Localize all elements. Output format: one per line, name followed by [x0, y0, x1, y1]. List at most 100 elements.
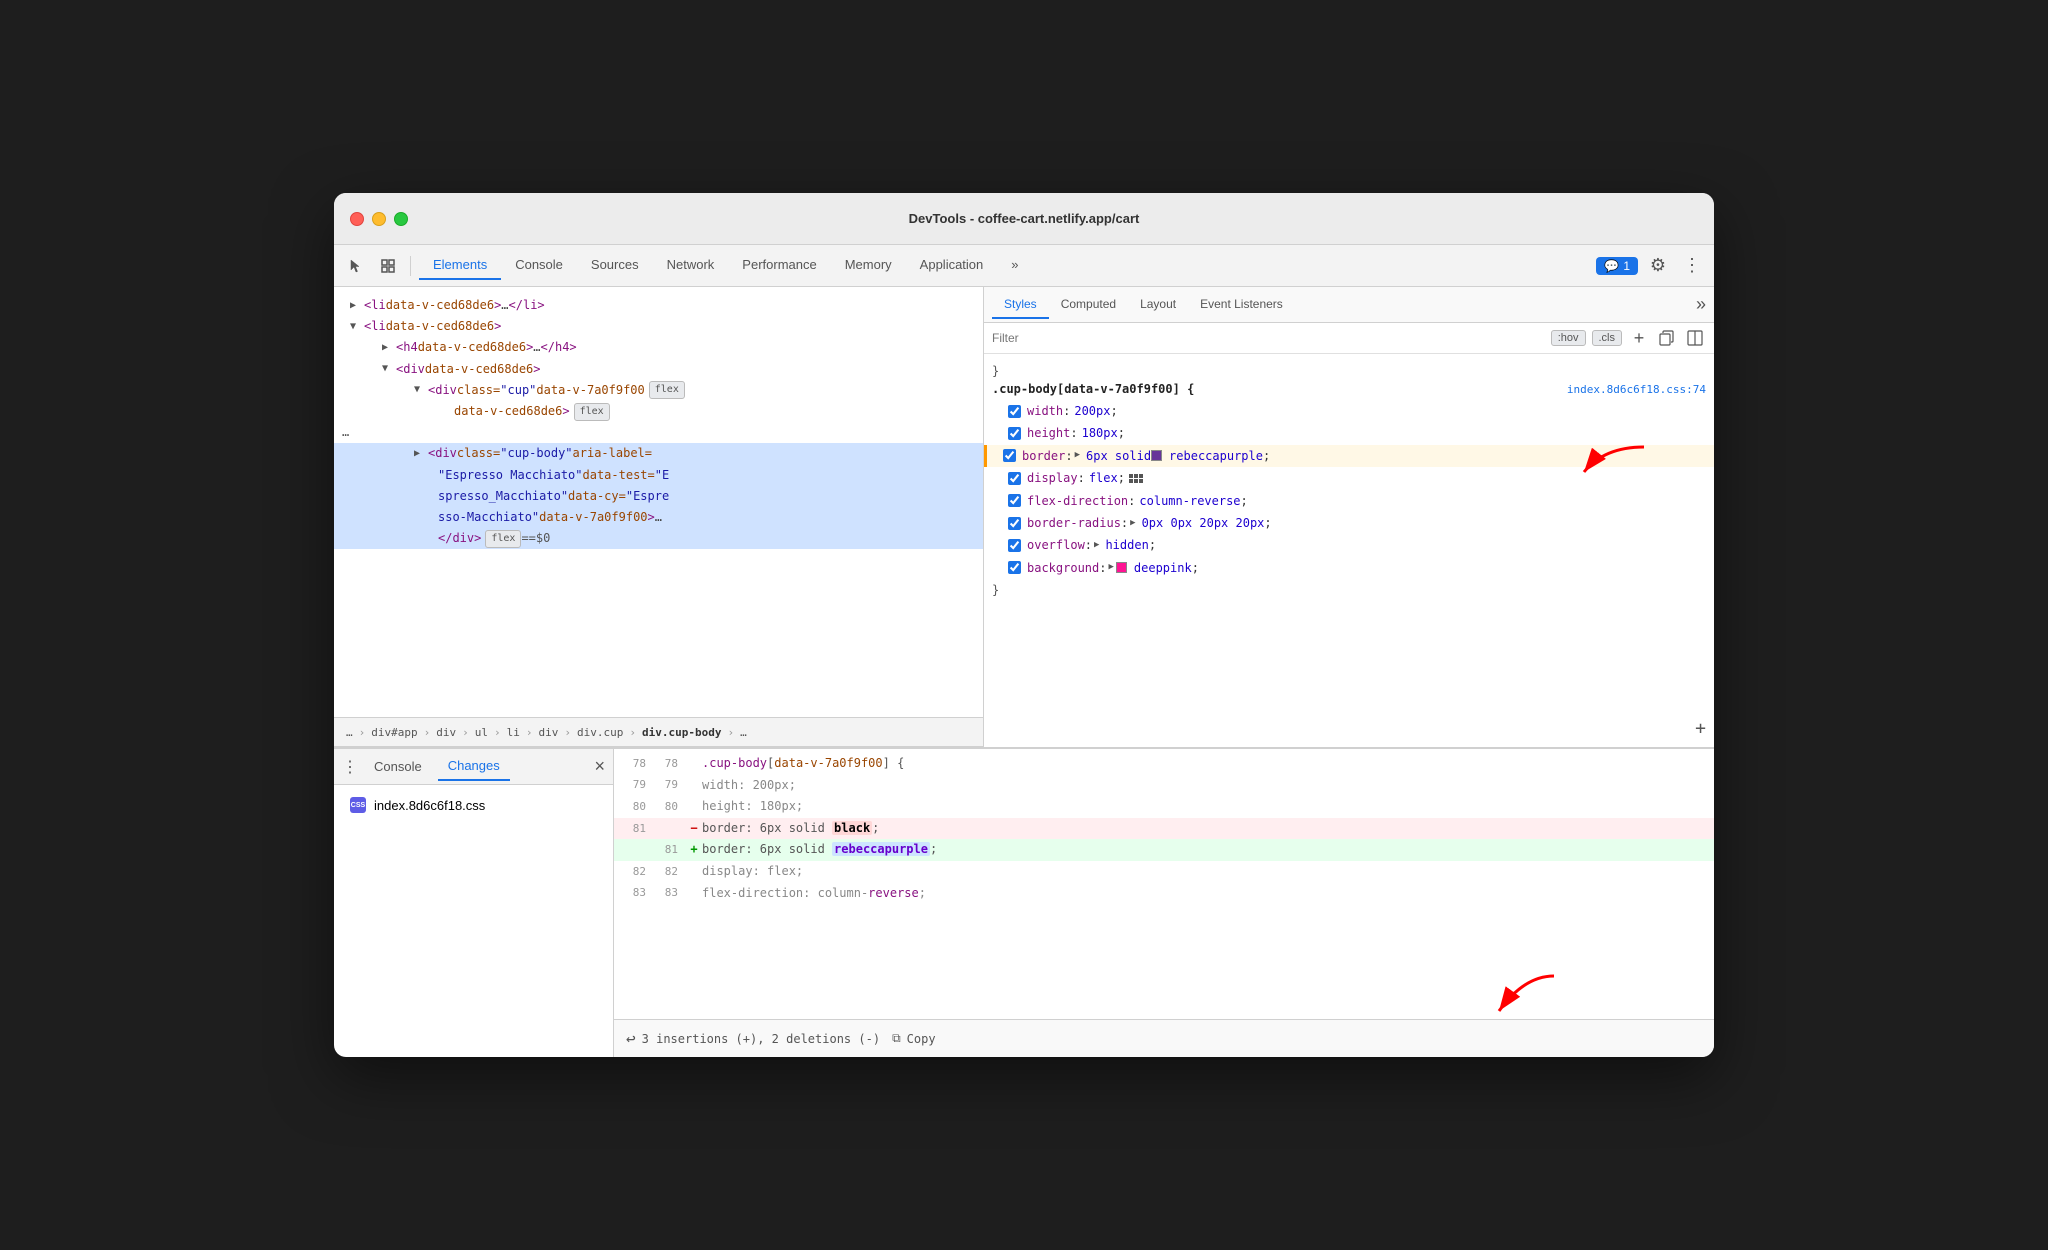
- undo-changes-btn[interactable]: ↩ 3 insertions (+), 2 deletions (-): [626, 1029, 880, 1048]
- styles-tab-computed[interactable]: Computed: [1049, 291, 1128, 319]
- expand-arrow[interactable]: ▶: [414, 446, 428, 462]
- html-line[interactable]: ▼ <div data-v-ced68de6 >: [334, 359, 983, 380]
- copy-styles-btn[interactable]: [1656, 327, 1678, 349]
- tab-elements[interactable]: Elements: [419, 251, 501, 280]
- css-selector: .cup-body[data-v-7a0f9f00] {: [992, 382, 1194, 396]
- breadcrumb-ul[interactable]: ul: [471, 724, 492, 741]
- css-prop-checkbox-width[interactable]: [1008, 405, 1021, 418]
- inspect-icon-btn[interactable]: [374, 252, 402, 280]
- styles-tab-eventlisteners[interactable]: Event Listeners: [1188, 291, 1295, 319]
- cursor-icon-btn[interactable]: [342, 252, 370, 280]
- devtools-bottom: ⋮ Console Changes × CSS index.8d6c6f18.c…: [334, 747, 1714, 1057]
- tab-more[interactable]: »: [997, 251, 1032, 280]
- tab-memory[interactable]: Memory: [831, 251, 906, 280]
- expand-arrow[interactable]: ▶: [350, 298, 364, 314]
- close-button[interactable]: [350, 212, 364, 226]
- settings-icon-btn[interactable]: ⚙: [1644, 252, 1672, 280]
- diff-footer: ↩ 3 insertions (+), 2 deletions (-) ⧉ Co…: [614, 1019, 1714, 1057]
- tab-application[interactable]: Application: [906, 251, 998, 280]
- flex-badge-2[interactable]: flex: [574, 403, 610, 421]
- copy-changes-btn[interactable]: ⧉ Copy: [892, 1031, 935, 1046]
- flex-grid-icon: [1129, 474, 1143, 483]
- flex-badge[interactable]: flex: [649, 381, 685, 399]
- breadcrumb-divapp[interactable]: div#app: [367, 724, 421, 741]
- chat-icon: 💬: [1604, 259, 1619, 273]
- breadcrumb-li[interactable]: li: [503, 724, 524, 741]
- flex-badge-3[interactable]: flex: [485, 530, 521, 548]
- breadcrumb-end-dots[interactable]: …: [736, 724, 751, 741]
- breadcrumb-bar: … › div#app › div › ul › li › div › div.…: [334, 717, 983, 747]
- breadcrumb-divcupbody[interactable]: div.cup-body: [638, 724, 725, 741]
- bottom-sidebar-content: CSS index.8d6c6f18.css: [334, 785, 613, 1057]
- breadcrumb-dots[interactable]: …: [342, 724, 357, 741]
- diff-line-79: 79 79 width: 200px;: [614, 775, 1714, 797]
- html-line[interactable]: ▼ <li data-v-ced68de6 >: [334, 316, 983, 337]
- cls-filter-btn[interactable]: .cls: [1592, 330, 1623, 346]
- css-prop-checkbox-display[interactable]: [1008, 472, 1021, 485]
- html-line[interactable]: …: [334, 422, 983, 443]
- styles-filter-input[interactable]: [992, 331, 1543, 345]
- toggle-panel-btn[interactable]: [1684, 327, 1706, 349]
- bottom-diff-panel: 78 78 .cup-body[data-v-7a0f9f00] { 79 79…: [614, 749, 1714, 1057]
- html-line-selected-cont3[interactable]: sso-Macchiato" data-v-7a0f9f00 > …: [334, 507, 983, 528]
- html-line-selected-cont[interactable]: "Espresso Macchiato" data-test="E: [334, 465, 983, 486]
- html-line-selected-end[interactable]: </div> flex == $0: [334, 528, 983, 549]
- css-prop-checkbox-flexdir[interactable]: [1008, 494, 1021, 507]
- css-prop-checkbox-borderradius[interactable]: [1008, 517, 1021, 530]
- diff-content[interactable]: 78 78 .cup-body[data-v-7a0f9f00] { 79 79…: [614, 749, 1714, 1019]
- bottom-sidebar: ⋮ Console Changes × CSS index.8d6c6f18.c…: [334, 749, 614, 1057]
- elements-content[interactable]: ▶ <li data-v-ced68de6 > … </li> ▼ <li da…: [334, 287, 983, 717]
- tab-network[interactable]: Network: [653, 251, 729, 280]
- html-line[interactable]: ▶ <li data-v-ced68de6 > … </li>: [334, 295, 983, 316]
- border-color-swatch[interactable]: [1151, 450, 1162, 461]
- styles-filter-bar: :hov .cls +: [984, 323, 1714, 354]
- html-line[interactable]: data-v-ced68de6 > flex: [334, 401, 983, 422]
- html-line-selected-cont2[interactable]: spresso_Macchiato" data-cy="Espre: [334, 486, 983, 507]
- toolbar-tabs: Elements Console Sources Network Perform…: [419, 251, 1592, 280]
- html-line[interactable]: ▼ <div class="cup" data-v-7a0f9f00 flex: [334, 380, 983, 401]
- breadcrumb-div2[interactable]: div: [534, 724, 562, 741]
- bottom-panel-close[interactable]: ×: [594, 756, 605, 777]
- css-source-link[interactable]: index.8d6c6f18.css:74: [1567, 383, 1706, 396]
- css-prop-background: background : ▶ deeppink ;: [992, 557, 1706, 579]
- styles-tabs: Styles Computed Layout Event Listeners »: [984, 287, 1714, 323]
- html-line-selected[interactable]: ▶ <div class="cup-body" aria-label=: [334, 443, 983, 464]
- breadcrumb-divcup[interactable]: div.cup: [573, 724, 627, 741]
- hover-filter-btn[interactable]: :hov: [1551, 330, 1586, 346]
- css-prop-checkbox-height[interactable]: [1008, 427, 1021, 440]
- diff-line-81-added: - 81 + border: 6px solid rebeccapurple;: [614, 839, 1714, 861]
- file-item-css[interactable]: CSS index.8d6c6f18.css: [342, 793, 605, 817]
- css-prop-checkbox-overflow[interactable]: [1008, 539, 1021, 552]
- bottom-tab-changes[interactable]: Changes: [438, 752, 510, 781]
- diff-line-78: 78 78 .cup-body[data-v-7a0f9f00] {: [614, 753, 1714, 775]
- minimize-button[interactable]: [372, 212, 386, 226]
- tab-sources[interactable]: Sources: [577, 251, 653, 280]
- title-bar: DevTools - coffee-cart.netlify.app/cart: [334, 193, 1714, 245]
- html-line[interactable]: ▶ <h4 data-v-ced68de6 > … </h4>: [334, 337, 983, 358]
- toolbar-separator: [410, 256, 411, 276]
- add-style-btn[interactable]: +: [1628, 327, 1650, 349]
- styles-tab-layout[interactable]: Layout: [1128, 291, 1188, 319]
- bottom-tab-console[interactable]: Console: [364, 753, 432, 780]
- expand-arrow[interactable]: ▼: [414, 382, 428, 398]
- expand-arrow[interactable]: ▼: [350, 319, 364, 335]
- css-prop-checkbox-border[interactable]: [1003, 449, 1016, 462]
- maximize-button[interactable]: [394, 212, 408, 226]
- copy-label: Copy: [907, 1032, 936, 1046]
- styles-tab-styles[interactable]: Styles: [992, 291, 1049, 319]
- css-prop-height: height : 180px ;: [992, 422, 1706, 444]
- styles-more-btn[interactable]: »: [1696, 294, 1706, 315]
- background-color-swatch[interactable]: [1116, 562, 1127, 573]
- css-prop-checkbox-background[interactable]: [1008, 561, 1021, 574]
- chat-badge[interactable]: 💬 1: [1596, 257, 1638, 275]
- tab-console[interactable]: Console: [501, 251, 577, 280]
- tab-performance[interactable]: Performance: [728, 251, 830, 280]
- breadcrumb-div[interactable]: div: [432, 724, 460, 741]
- more-icon-btn[interactable]: ⋮: [1678, 252, 1706, 280]
- add-rule-btn[interactable]: +: [1695, 718, 1706, 739]
- expand-arrow[interactable]: ▶: [382, 340, 396, 356]
- css-prop-overflow: overflow : ▶ hidden ;: [992, 534, 1706, 556]
- expand-arrow[interactable]: ▼: [382, 361, 396, 377]
- styles-content: } .cup-body[data-v-7a0f9f00] { index.8d6…: [984, 354, 1714, 747]
- bottom-menu-dots[interactable]: ⋮: [342, 757, 358, 777]
